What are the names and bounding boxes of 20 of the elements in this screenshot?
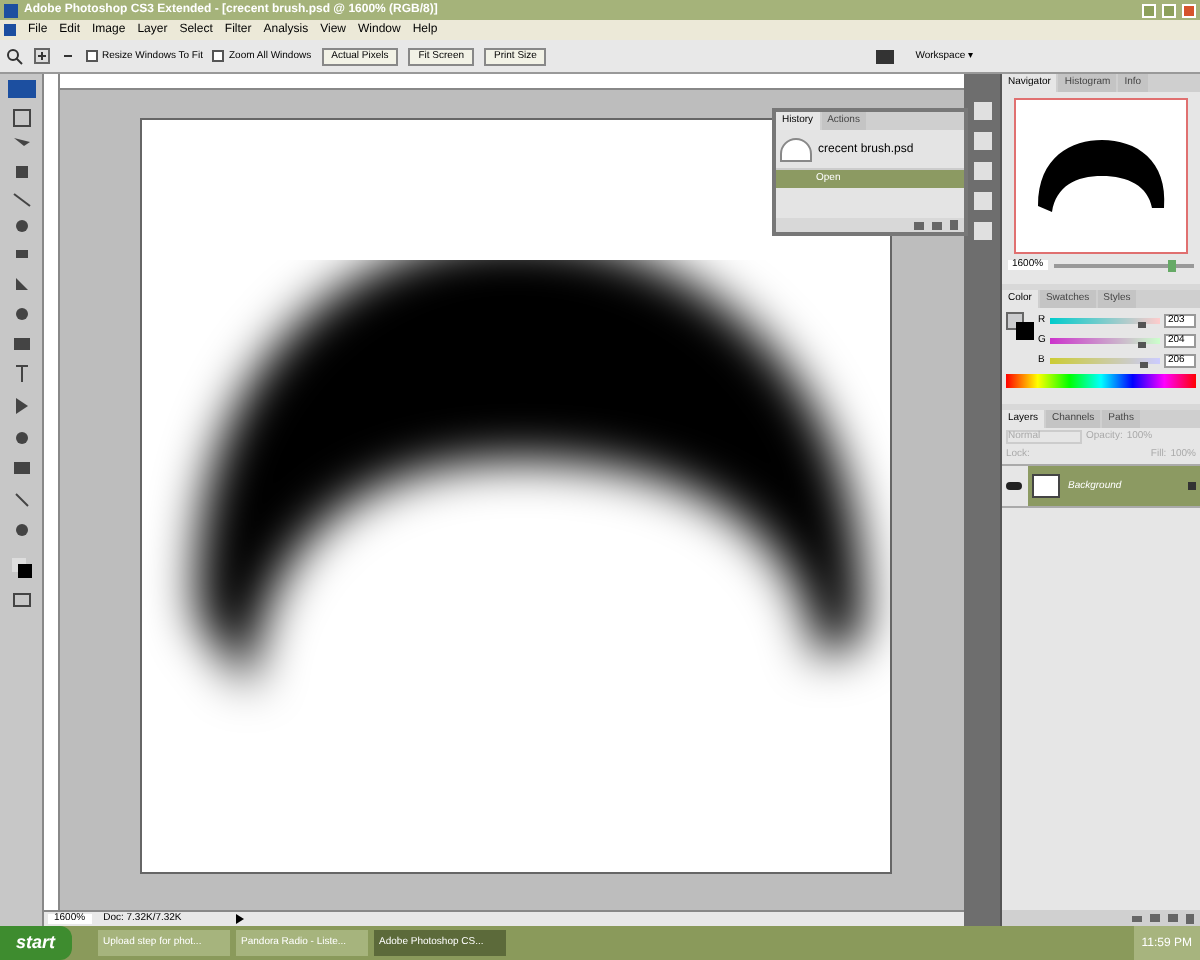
play-icon[interactable] [235,914,244,924]
zoom-icon[interactable] [6,47,24,65]
color-spectrum[interactable] [1006,374,1196,388]
minimize-button[interactable] [1142,3,1156,17]
close-button[interactable] [1182,3,1196,17]
snapshot-thumbnail [780,137,812,161]
channel-slider[interactable] [1050,337,1160,343]
layer-thumbnail [1032,474,1060,498]
checkbox[interactable] [212,50,225,62]
channel-slider[interactable] [1050,357,1160,363]
checkbox[interactable] [86,50,98,62]
background-swatch[interactable] [1016,322,1034,340]
maximize-button[interactable] [1162,3,1176,17]
zoom-in-icon[interactable] [34,48,50,64]
slider-thumb[interactable] [1138,321,1146,327]
channel-slider[interactable] [1050,317,1160,323]
start-button[interactable]: start [0,926,72,960]
slider-thumb[interactable] [1138,341,1146,347]
slider-thumb[interactable] [1168,259,1177,271]
slider-thumb[interactable] [1139,361,1148,367]
